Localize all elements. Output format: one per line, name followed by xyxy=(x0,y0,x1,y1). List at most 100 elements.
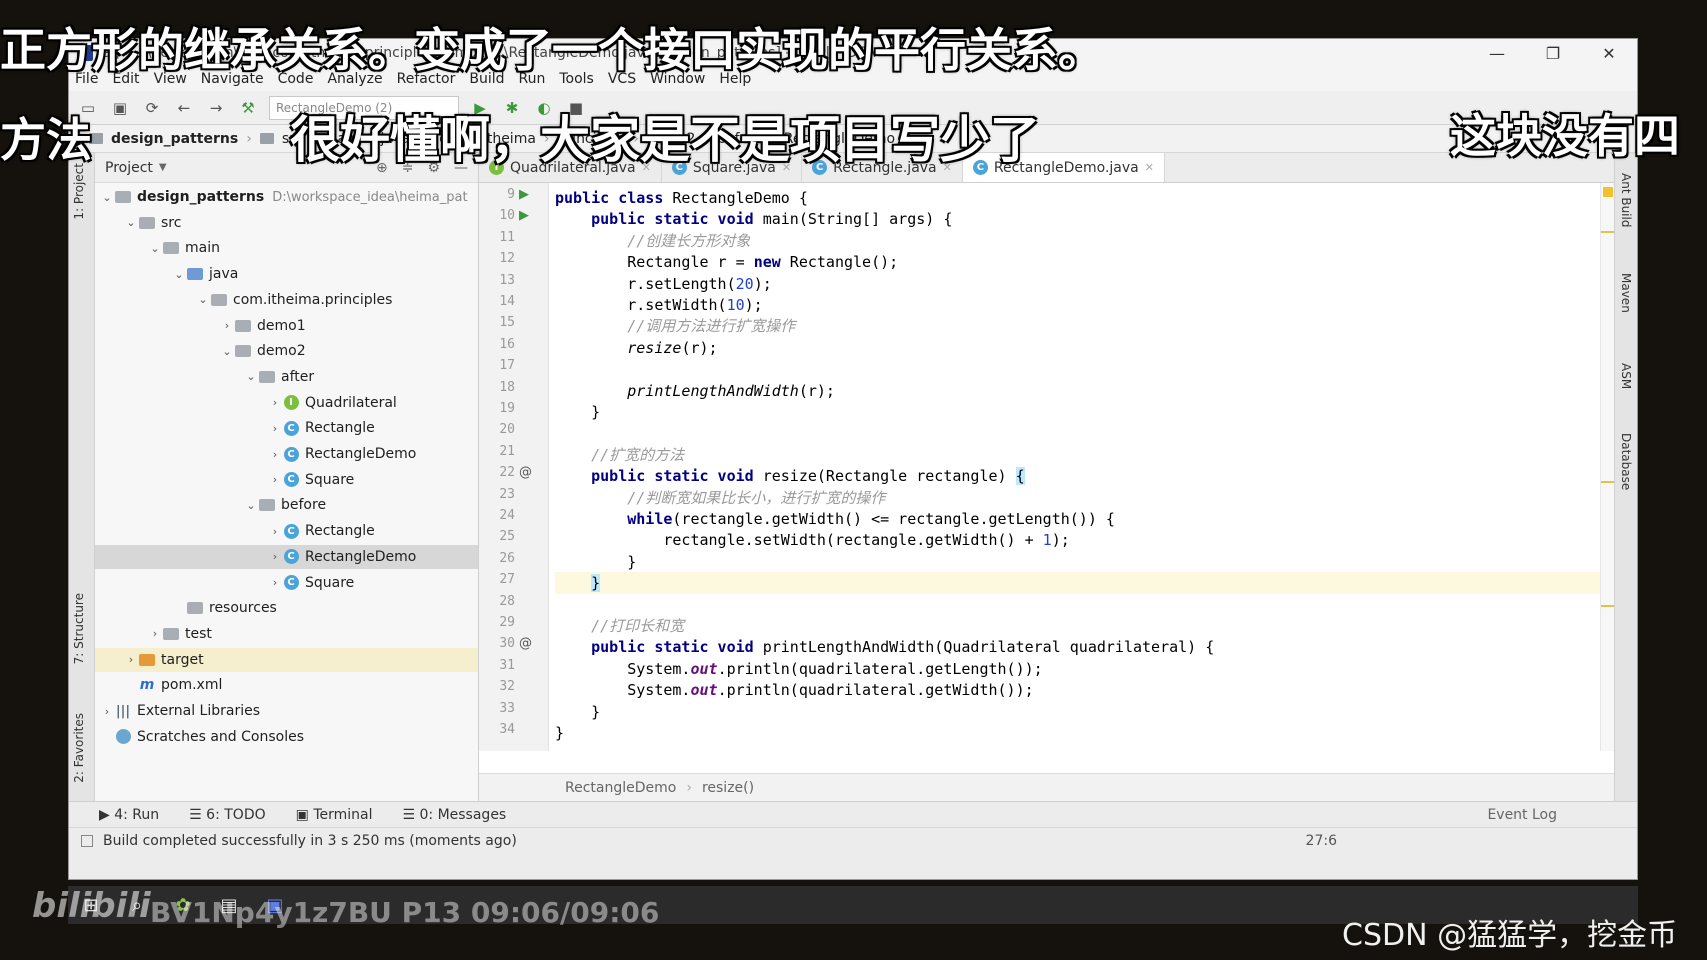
code-line[interactable]: } xyxy=(555,701,1614,723)
chevron-down-icon[interactable]: ⌄ xyxy=(123,216,139,229)
chevron-right-icon[interactable]: › xyxy=(267,422,283,435)
chevron-right-icon[interactable]: › xyxy=(219,319,235,332)
code-line[interactable]: } xyxy=(555,401,1614,423)
code-line[interactable]: } xyxy=(555,722,1614,744)
event-log-button[interactable]: Event Log xyxy=(1487,807,1557,823)
line-number[interactable]: 16 xyxy=(479,337,515,352)
sync-icon[interactable]: ⟳ xyxy=(141,97,163,119)
chevron-right-icon[interactable]: › xyxy=(147,627,163,640)
override-gutter-icon[interactable]: @ xyxy=(519,465,532,480)
tree-item[interactable]: ⌄ com.itheima.principles xyxy=(95,288,478,312)
chevron-right-icon[interactable]: › xyxy=(267,473,283,486)
line-number[interactable]: 13 xyxy=(479,273,515,288)
tool-tab-ant-build[interactable]: Ant Build xyxy=(1619,173,1633,227)
run-gutter-icon[interactable]: ▶ xyxy=(519,208,529,223)
chevron-right-icon[interactable]: › xyxy=(267,525,283,538)
line-number[interactable]: 21 xyxy=(479,444,515,459)
code-line[interactable] xyxy=(555,358,1614,380)
tree-item[interactable]: Scratches and Consoles xyxy=(95,725,478,749)
tree-item[interactable]: ⌄ after xyxy=(95,365,478,389)
code-line[interactable] xyxy=(555,594,1614,616)
close-button[interactable]: ✕ xyxy=(1581,44,1637,63)
tree-item[interactable]: ⌄ java xyxy=(95,262,478,286)
code-line[interactable]: //判断宽如果比长小，进行扩宽的操作 xyxy=(555,487,1614,509)
warning-marker[interactable] xyxy=(1603,187,1613,197)
code-line[interactable]: } xyxy=(555,551,1614,573)
line-number[interactable]: 29 xyxy=(479,615,515,630)
code-line[interactable]: while(rectangle.getWidth() <= rectangle.… xyxy=(555,508,1614,530)
crumb-class[interactable]: RectangleDemo xyxy=(565,780,676,796)
line-number[interactable]: 10 xyxy=(479,208,515,223)
tree-item[interactable]: ⌄ demo2 xyxy=(95,339,478,363)
caret-position[interactable]: 27:6 xyxy=(1306,833,1337,849)
code-line[interactable]: //打印长和宽 xyxy=(555,615,1614,637)
code-line[interactable]: System.out.println(quadrilateral.getLeng… xyxy=(555,658,1614,680)
code-line[interactable]: public static void main(String[] args) { xyxy=(555,208,1614,230)
terminal-tool-button[interactable]: ▣ Terminal xyxy=(296,807,373,823)
line-number[interactable]: 27 xyxy=(479,572,515,587)
close-tab-icon[interactable]: ✕ xyxy=(1145,161,1154,174)
line-number[interactable]: 25 xyxy=(479,529,515,544)
tree-item[interactable]: › target xyxy=(95,647,478,672)
line-number[interactable]: 30 xyxy=(479,636,515,651)
minimize-button[interactable]: — xyxy=(1469,44,1525,63)
todo-tool-button[interactable]: ☰ 6: TODO xyxy=(189,807,265,823)
code-line[interactable]: r.setWidth(10); xyxy=(555,294,1614,316)
override-gutter-icon[interactable]: @ xyxy=(519,636,532,651)
tree-item[interactable]: › C Square xyxy=(95,468,478,492)
chevron-right-icon[interactable]: › xyxy=(267,448,283,461)
status-square-icon[interactable] xyxy=(81,834,93,847)
line-number[interactable]: 14 xyxy=(479,294,515,309)
line-number[interactable]: 28 xyxy=(479,594,515,609)
project-view-select[interactable]: Project xyxy=(105,160,153,176)
run-tool-button[interactable]: ▶ 4: Run xyxy=(99,807,159,823)
chevron-down-icon[interactable]: ⌄ xyxy=(243,370,259,383)
code-line[interactable]: public static void printLengthAndWidth(Q… xyxy=(555,636,1614,658)
line-number[interactable]: 26 xyxy=(479,551,515,566)
tree-item[interactable]: m pom.xml xyxy=(95,673,478,697)
code-line[interactable]: printLengthAndWidth(r); xyxy=(555,380,1614,402)
line-number[interactable]: 17 xyxy=(479,358,515,373)
tree-item[interactable]: ⌄ src xyxy=(95,211,478,235)
chevron-down-icon[interactable]: ⌄ xyxy=(195,293,211,306)
line-number[interactable]: 34 xyxy=(479,722,515,737)
line-number[interactable]: 23 xyxy=(479,487,515,502)
code-area[interactable]: public class RectangleDemo { public stat… xyxy=(549,183,1614,751)
back-icon[interactable]: ← xyxy=(173,97,195,119)
line-number[interactable]: 24 xyxy=(479,508,515,523)
line-number[interactable]: 18 xyxy=(479,380,515,395)
tree-item[interactable]: ⌄ before xyxy=(95,493,478,517)
line-number[interactable]: 33 xyxy=(479,701,515,716)
chevron-right-icon[interactable]: › xyxy=(267,396,283,409)
tree-item[interactable]: › C Rectangle xyxy=(95,519,478,543)
chevron-down-icon[interactable]: ⌄ xyxy=(147,242,163,255)
chevron-down-icon[interactable]: ⌄ xyxy=(219,345,235,358)
chevron-right-icon[interactable]: › xyxy=(123,653,139,666)
chevron-right-icon[interactable]: › xyxy=(267,576,283,589)
line-number[interactable]: 9 xyxy=(479,187,515,202)
code-line[interactable]: Rectangle r = new Rectangle(); xyxy=(555,251,1614,273)
tree-item[interactable]: ⌄ design_patterns D:\workspace_idea\heima_… xyxy=(95,185,478,209)
chevron-down-icon[interactable]: ⌄ xyxy=(243,499,259,512)
tool-tab-asm[interactable]: ASM xyxy=(1619,363,1633,389)
line-number[interactable]: 19 xyxy=(479,401,515,416)
line-number[interactable]: 32 xyxy=(479,679,515,694)
code-line[interactable]: System.out.println(quadrilateral.getWidt… xyxy=(555,679,1614,701)
code-line[interactable]: //调用方法进行扩宽操作 xyxy=(555,315,1614,337)
code-line[interactable]: public class RectangleDemo { xyxy=(555,187,1614,209)
crumb-method[interactable]: resize() xyxy=(702,780,754,796)
tree-item[interactable]: › C RectangleDemo xyxy=(95,442,478,466)
tree-item[interactable]: › C Square xyxy=(95,571,478,595)
code-line[interactable]: resize(r); xyxy=(555,337,1614,359)
tool-tab-favorites[interactable]: 2: Favorites xyxy=(72,713,86,783)
messages-tool-button[interactable]: ☰ 0: Messages xyxy=(402,807,506,823)
code-line[interactable]: } xyxy=(555,572,1614,595)
restore-button[interactable]: ❐ xyxy=(1525,44,1581,63)
tool-tab-structure[interactable]: 7: Structure xyxy=(72,593,86,664)
code-line[interactable]: rectangle.setWidth(rectangle.getWidth() … xyxy=(555,529,1614,551)
line-number[interactable]: 31 xyxy=(479,658,515,673)
code-line[interactable]: //扩宽的方法 xyxy=(555,444,1614,466)
line-number[interactable]: 12 xyxy=(479,251,515,266)
nav-project[interactable]: design_patterns xyxy=(111,131,238,147)
save-icon[interactable]: ▣ xyxy=(109,97,131,119)
